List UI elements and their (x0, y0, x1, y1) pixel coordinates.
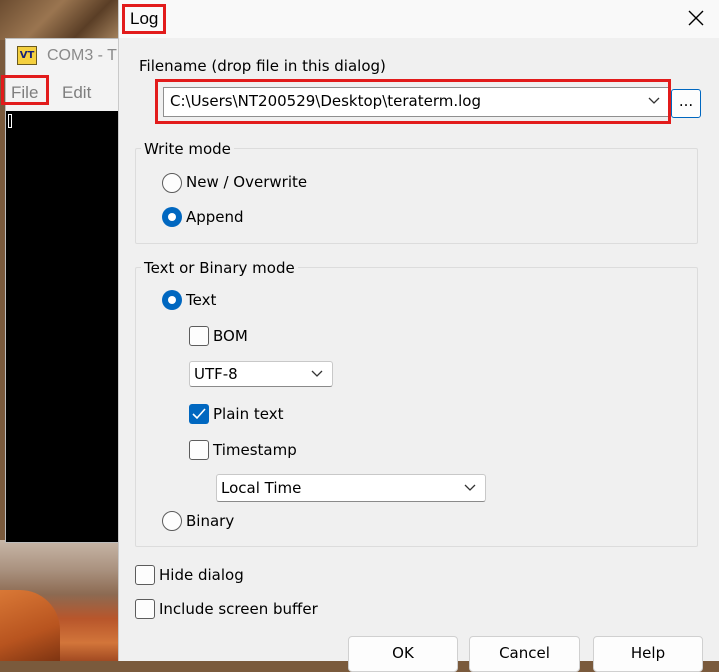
cancel-button[interactable]: Cancel (469, 636, 580, 672)
filename-highlight (155, 79, 671, 124)
terminal-cursor (8, 114, 12, 128)
timestamp-label[interactable]: Timestamp (213, 441, 297, 459)
plain-text-label[interactable]: Plain text (213, 405, 283, 423)
encoding-select[interactable]: UTF-8 (189, 361, 333, 387)
menu-edit[interactable]: Edit (62, 83, 91, 103)
include-screen-buffer-label[interactable]: Include screen buffer (159, 600, 318, 618)
dialog-titlebar[interactable]: Log (119, 0, 719, 38)
chevron-down-icon (311, 370, 323, 377)
new-overwrite-label[interactable]: New / Overwrite (186, 173, 307, 191)
teraterm-app-icon: VT (17, 46, 37, 65)
hide-dialog-checkbox[interactable] (135, 565, 155, 585)
plain-text-checkbox[interactable] (189, 404, 209, 424)
terminal-title: COM3 - T (47, 47, 117, 64)
close-button[interactable] (675, 2, 717, 34)
binary-radio[interactable] (162, 511, 182, 531)
chevron-down-icon (464, 484, 476, 491)
text-binary-mode-label: Text or Binary mode (141, 259, 298, 277)
write-mode-group (135, 148, 698, 244)
desktop-wallpaper-top (0, 0, 120, 40)
hide-dialog-label[interactable]: Hide dialog (159, 566, 244, 584)
include-screen-buffer-checkbox[interactable] (135, 599, 155, 619)
timestamp-checkbox[interactable] (189, 440, 209, 460)
dialog-title: Log (122, 4, 167, 34)
encoding-value: UTF-8 (194, 365, 238, 383)
terminal-titlebar[interactable]: VT COM3 - T (6, 39, 134, 75)
text-label[interactable]: Text (186, 291, 216, 309)
append-label[interactable]: Append (186, 208, 244, 226)
new-overwrite-radio[interactable] (162, 173, 182, 193)
bom-label[interactable]: BOM (213, 327, 248, 345)
bom-checkbox[interactable] (189, 326, 209, 346)
binary-label[interactable]: Binary (186, 512, 234, 530)
text-radio[interactable] (162, 290, 182, 310)
append-radio[interactable] (162, 207, 182, 227)
log-dialog: Log Filename (drop file in this dialog) … (118, 0, 719, 672)
write-mode-label: Write mode (141, 140, 234, 158)
help-button[interactable]: Help (593, 636, 703, 672)
browse-button[interactable]: ... (671, 89, 701, 118)
terminal-window: VT COM3 - T File Edit (5, 38, 135, 543)
terminal-screen[interactable] (6, 111, 134, 542)
ok-button[interactable]: OK (348, 636, 458, 672)
timestamp-format-value: Local Time (221, 479, 302, 497)
file-menu-highlight (1, 75, 49, 105)
timestamp-format-select[interactable]: Local Time (216, 474, 486, 502)
checkmark-icon (192, 408, 206, 420)
filename-label: Filename (drop file in this dialog) (139, 57, 386, 75)
close-icon (688, 10, 704, 26)
